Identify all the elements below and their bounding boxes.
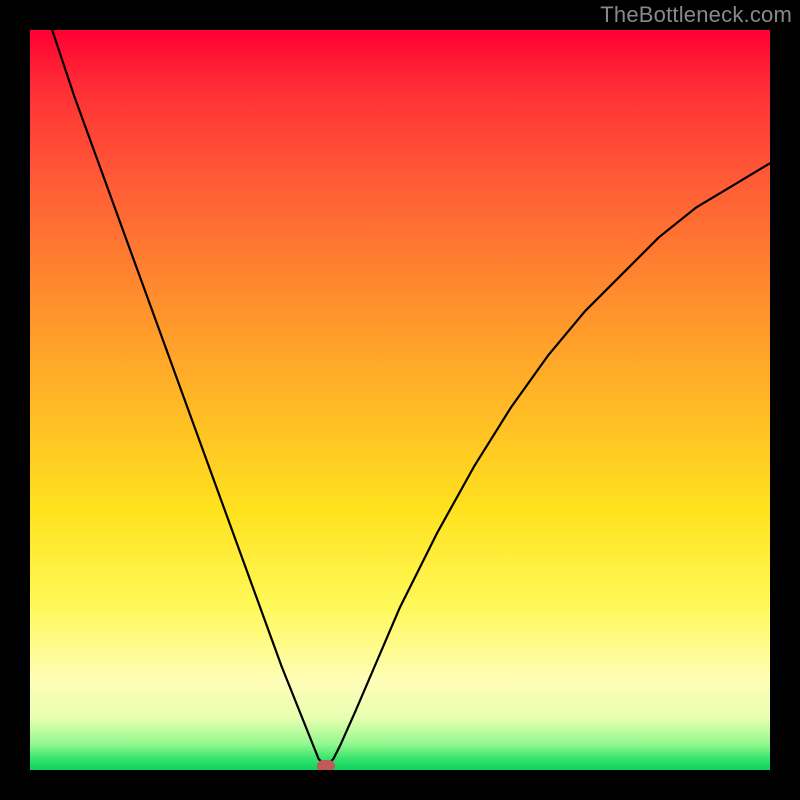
watermark-text: TheBottleneck.com xyxy=(600,2,792,28)
chart-container: TheBottleneck.com xyxy=(0,0,800,800)
bottleneck-curve xyxy=(52,30,770,766)
optimum-marker xyxy=(317,760,335,770)
plot-area xyxy=(30,30,770,770)
curve-svg xyxy=(30,30,770,770)
